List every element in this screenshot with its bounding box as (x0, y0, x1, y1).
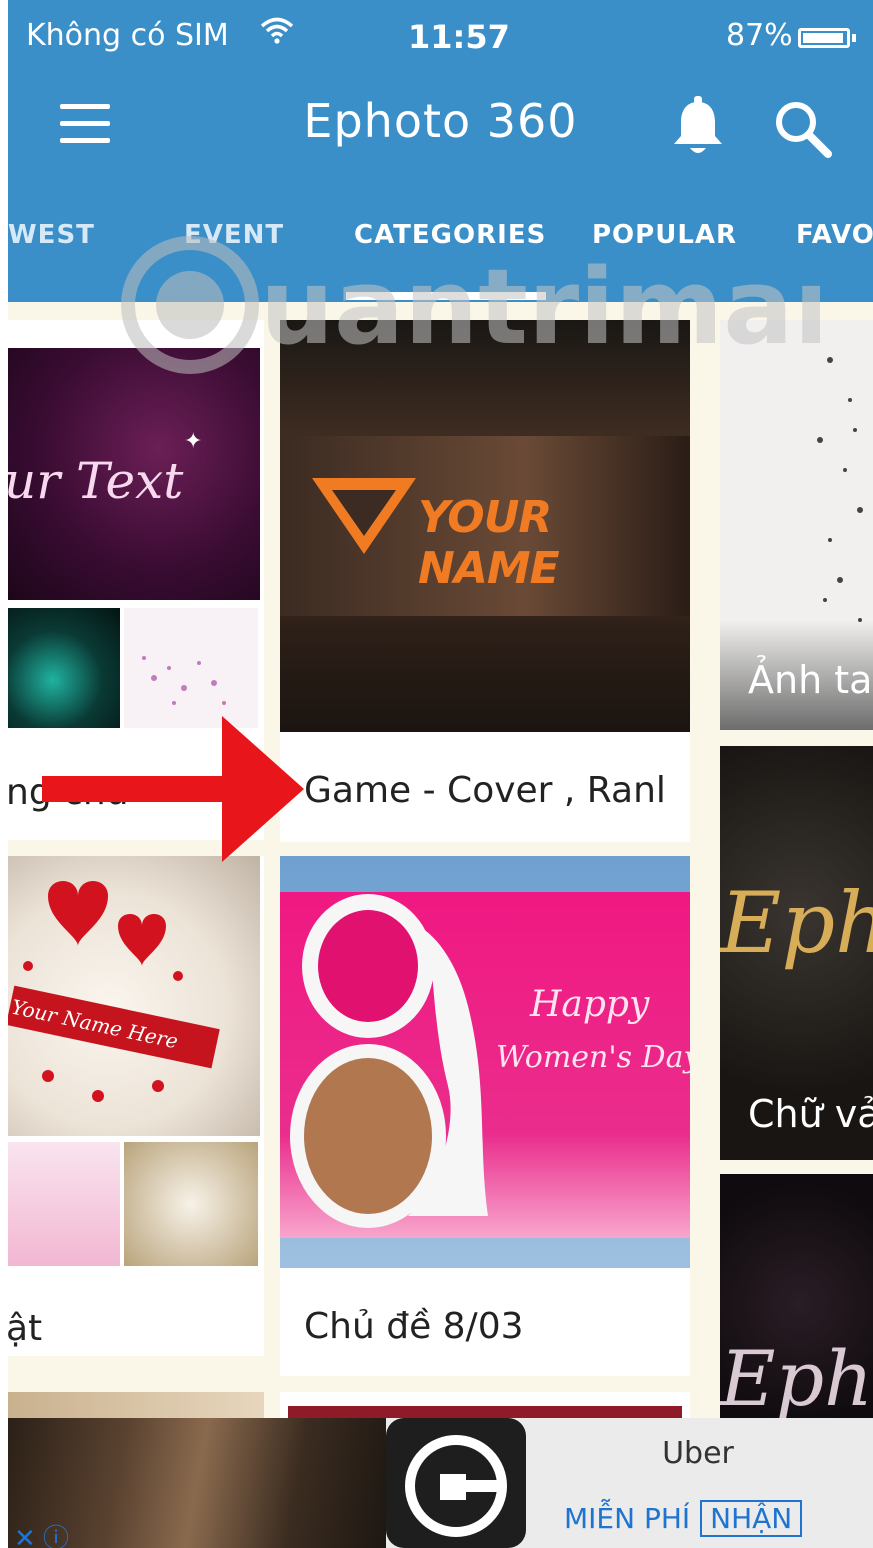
navigation-bar: Ephoto 360 (8, 76, 873, 176)
tab-categories[interactable]: CATEGORIES (354, 220, 546, 250)
card-mini-thumbnail (8, 1142, 120, 1266)
thumbnail-text: ur Text (8, 452, 184, 510)
close-icon[interactable]: ✕ (14, 1523, 36, 1548)
thumbnail-text: Epho (720, 1334, 873, 1418)
category-card-game-cover[interactable]: YOUR NAME Game - Cover , Ranl (280, 320, 690, 842)
ad-cta-text: MIỄN PHÍ (564, 1502, 691, 1535)
tab-indicator (346, 292, 546, 300)
thumbnail-text: Happy (530, 984, 650, 1025)
card-title: ật (8, 1308, 43, 1349)
card-title: Game - Cover , Ranl (304, 770, 666, 811)
battery-icon (798, 28, 856, 48)
ad-cta[interactable]: MIỄN PHÍ NHẬN (564, 1500, 803, 1537)
card-thumbnail: Your Name Here (8, 856, 260, 1136)
ad-banner[interactable]: Uber MIỄN PHÍ NHẬN ✕ ⓘ (8, 1418, 873, 1548)
thumbnail-text: Women's Day (496, 1040, 690, 1075)
category-card-partial[interactable] (280, 1392, 690, 1418)
thumbnail-text: YOUR NAME (418, 492, 560, 594)
ad-brand: Uber (662, 1436, 734, 1471)
card-title: Chủ đề 8/03 (304, 1306, 524, 1347)
category-card-gold-text[interactable]: Eph Chữ vả (720, 746, 873, 1160)
ad-cta-button[interactable]: NHẬN (700, 1500, 803, 1537)
card-thumbnail: Happy Women's Day (280, 856, 690, 1268)
card-title: Ảnh ta (748, 658, 873, 702)
thumbnail-text: Eph (720, 874, 873, 972)
card-mini-thumbnail (124, 1142, 258, 1266)
category-card-cake[interactable]: Your Name Here ật (8, 856, 264, 1356)
tab-popular[interactable]: POPULAR (592, 220, 737, 250)
card-mini-thumbnail (124, 608, 258, 728)
card-thumbnail: YOUR NAME (280, 320, 690, 732)
search-icon[interactable] (768, 94, 838, 164)
status-bar: Không có SIM 11:57 87% (8, 0, 873, 76)
category-card-glitter[interactable]: Epho (720, 1174, 873, 1418)
carrier-label: Không có SIM (26, 18, 229, 53)
card-title: Chữ vả (748, 1092, 873, 1136)
bell-icon[interactable] (668, 94, 728, 160)
card-mini-thumbnail (8, 608, 120, 728)
annotation-arrow (42, 716, 304, 862)
battery-percent: 87% (726, 18, 793, 53)
category-card-partial[interactable] (8, 1392, 264, 1418)
category-card-photo[interactable]: Ảnh ta (720, 320, 873, 730)
category-tabs: WEST EVENT CATEGORIES POPULAR FAVO (8, 204, 873, 300)
tab-event[interactable]: EVENT (184, 220, 284, 250)
category-card-womens-day[interactable]: Happy Women's Day Chủ đề 8/03 (280, 856, 690, 1376)
tab-newest[interactable]: WEST (8, 220, 95, 250)
info-icon[interactable]: ⓘ (43, 1523, 69, 1548)
clock: 11:57 (408, 18, 510, 56)
tab-favorites[interactable]: FAVO (796, 220, 873, 250)
card-thumbnail: ur Text ✦ (8, 348, 260, 600)
uber-logo (386, 1418, 526, 1548)
ad-controls: ✕ ⓘ (14, 1518, 69, 1548)
wifi-icon (260, 16, 294, 52)
app-header: Không có SIM 11:57 87% Ephoto 360 WEST E… (8, 0, 873, 302)
app-title: Ephoto 360 (303, 94, 578, 148)
